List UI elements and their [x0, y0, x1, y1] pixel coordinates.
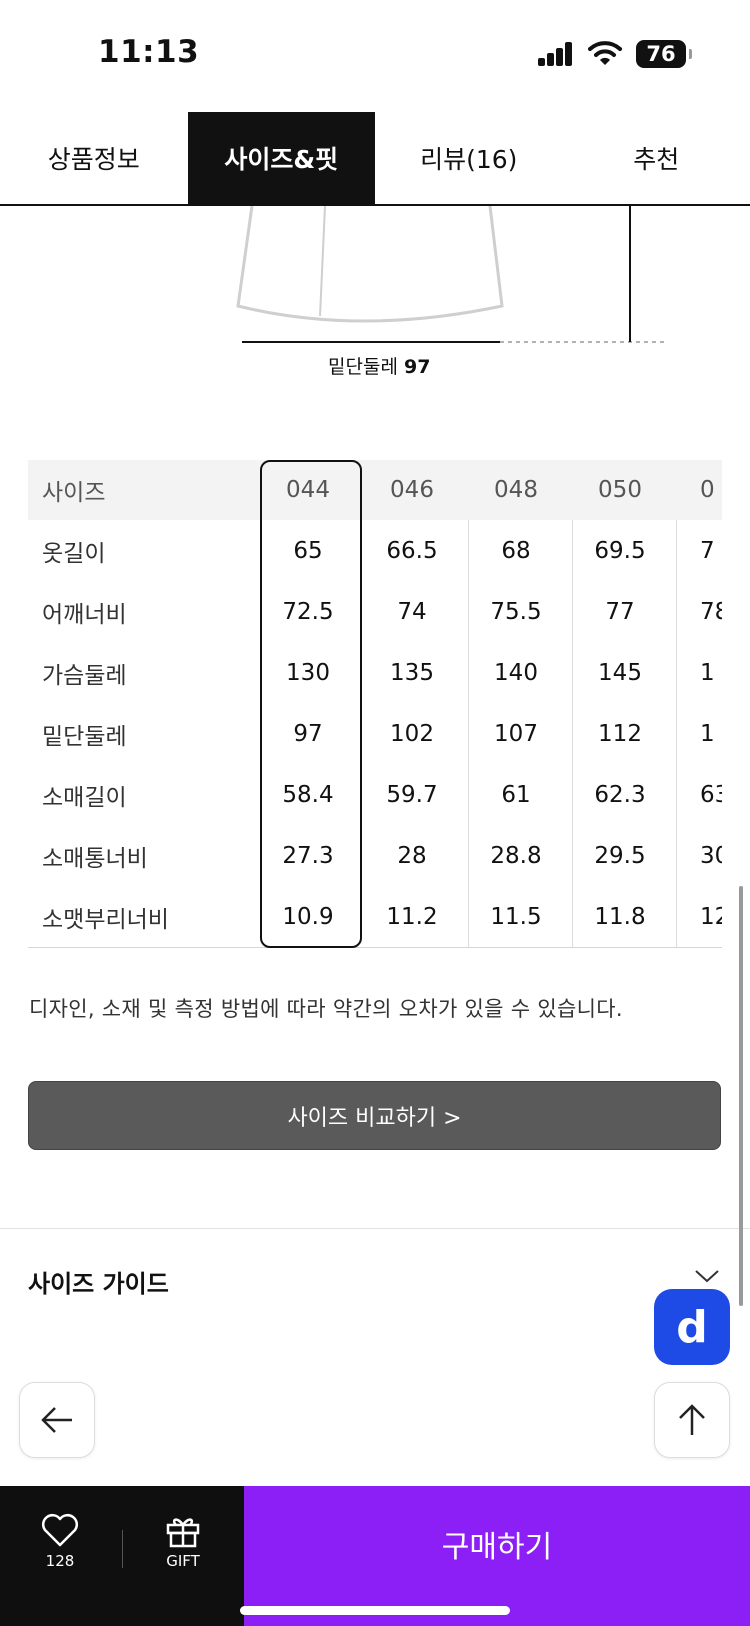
- size-header-row: 사이즈 044 046 048 050 0: [28, 460, 722, 520]
- row-label: 소매통너비: [42, 845, 148, 872]
- row-value: 77: [605, 598, 635, 625]
- bottom-left-group: 128 GIFT: [0, 1486, 244, 1626]
- tab-size-fit[interactable]: 사이즈&핏: [187, 112, 375, 204]
- status-time: 11:13: [98, 34, 200, 70]
- size-header-label: 사이즈: [42, 480, 106, 506]
- table-bottom-border: [28, 947, 722, 948]
- tab-reviews[interactable]: 리뷰(16): [375, 112, 563, 204]
- battery-icon: 76: [636, 40, 692, 68]
- row-value: 11.5: [490, 903, 542, 930]
- table-row: 어깨너비 72.5 74 75.5 77 78: [28, 581, 722, 642]
- row-value: 145: [598, 659, 642, 686]
- arrow-left-icon: [41, 1407, 72, 1433]
- row-label: 옷길이: [42, 540, 106, 567]
- gift-button[interactable]: GIFT: [148, 1512, 218, 1570]
- wifi-icon: [588, 41, 622, 65]
- row-value: 11.8: [594, 903, 646, 930]
- row-label: 어깨너비: [42, 601, 127, 628]
- scrollbar[interactable]: [739, 886, 743, 1306]
- bottom-separator: [122, 1530, 123, 1568]
- row-label: 소맷부리너비: [42, 906, 169, 933]
- tab-recommend[interactable]: 추천: [563, 112, 750, 204]
- size-col-next[interactable]: 0: [672, 477, 722, 503]
- row-value: 68: [501, 537, 531, 564]
- row-value: 28: [397, 842, 427, 869]
- size-guide-title[interactable]: 사이즈 가이드: [28, 1264, 169, 1299]
- bottom-action-bar: 128 GIFT 구매하기: [0, 1486, 750, 1626]
- gift-label: GIFT: [166, 1552, 200, 1570]
- measure-value: 97: [403, 356, 431, 378]
- row-value: 59.7: [386, 781, 438, 808]
- row-value: 29.5: [594, 842, 646, 869]
- gift-icon: [166, 1518, 200, 1548]
- section-divider: [0, 1228, 750, 1229]
- size-col-046[interactable]: 046: [360, 477, 464, 503]
- measurement-note: 디자인, 소재 및 측정 방법에 따라 약간의 오차가 있을 수 있습니다.: [29, 997, 623, 1021]
- back-button[interactable]: [19, 1382, 95, 1458]
- buy-button[interactable]: 구매하기: [244, 1486, 750, 1626]
- size-col-048[interactable]: 048: [464, 477, 568, 503]
- size-col-050[interactable]: 050: [568, 477, 672, 503]
- row-label: 가슴둘레: [42, 662, 127, 689]
- selected-size-highlight: [260, 460, 362, 948]
- scroll-top-button[interactable]: [654, 1382, 730, 1458]
- measure-label: 밑단둘레 97: [328, 352, 430, 379]
- tab-product-info[interactable]: 상품정보: [0, 112, 188, 204]
- row-value: 28.8: [490, 842, 542, 869]
- row-value: 63: [700, 781, 722, 808]
- table-row: 옷길이 65 66.5 68 69.5 7: [28, 520, 722, 581]
- row-value: 11.2: [386, 903, 438, 930]
- row-value: 61: [501, 781, 531, 808]
- row-value: 74: [397, 598, 427, 625]
- row-value: 140: [494, 659, 538, 686]
- row-label: 소매길이: [42, 784, 127, 811]
- chevron-down-icon[interactable]: [694, 1266, 720, 1286]
- size-compare-button[interactable]: 사이즈 비교하기 >: [28, 1081, 721, 1150]
- like-count: 128: [45, 1552, 75, 1570]
- table-row: 소맷부리너비 10.9 11.2 11.5 11.8 12: [28, 886, 722, 947]
- table-row: 밑단둘레 97 102 107 112 1: [28, 703, 722, 764]
- row-value: 107: [494, 720, 538, 747]
- row-value: 135: [390, 659, 434, 686]
- table-row: 가슴둘레 130 135 140 145 1: [28, 642, 722, 703]
- row-value: 78: [700, 598, 722, 625]
- row-value: 112: [598, 720, 642, 747]
- table-row: 소매통너비 27.3 28 28.8 29.5 30: [28, 825, 722, 886]
- column-divider: [572, 520, 573, 948]
- d-app-button[interactable]: d: [654, 1289, 730, 1365]
- arrow-up-icon: [679, 1404, 705, 1435]
- row-value: 66.5: [386, 537, 438, 564]
- heart-icon: [42, 1514, 78, 1547]
- home-indicator: [240, 1606, 510, 1615]
- cellular-signal-icon: [538, 42, 574, 66]
- row-value: 102: [390, 720, 434, 747]
- row-value: 1: [700, 720, 715, 747]
- row-value: 30: [700, 842, 722, 869]
- row-value: 69.5: [594, 537, 646, 564]
- like-button[interactable]: 128: [25, 1512, 95, 1570]
- column-divider: [676, 520, 677, 948]
- row-value: 7: [700, 537, 715, 564]
- row-label: 밑단둘레: [42, 723, 127, 750]
- product-tabs: 상품정보 사이즈&핏 리뷰(16) 추천: [0, 112, 750, 206]
- row-value: 12: [700, 903, 722, 930]
- column-divider: [468, 520, 469, 948]
- status-bar: 11:13 76: [0, 0, 750, 110]
- row-value: 1: [700, 659, 715, 686]
- row-value: 62.3: [594, 781, 646, 808]
- size-table: 사이즈 044 046 048 050 0 옷길이 65 66.5 68 69.…: [28, 460, 722, 947]
- measure-name: 밑단둘레: [328, 356, 398, 378]
- row-value: 75.5: [490, 598, 542, 625]
- table-row: 소매길이 58.4 59.7 61 62.3 63: [28, 764, 722, 825]
